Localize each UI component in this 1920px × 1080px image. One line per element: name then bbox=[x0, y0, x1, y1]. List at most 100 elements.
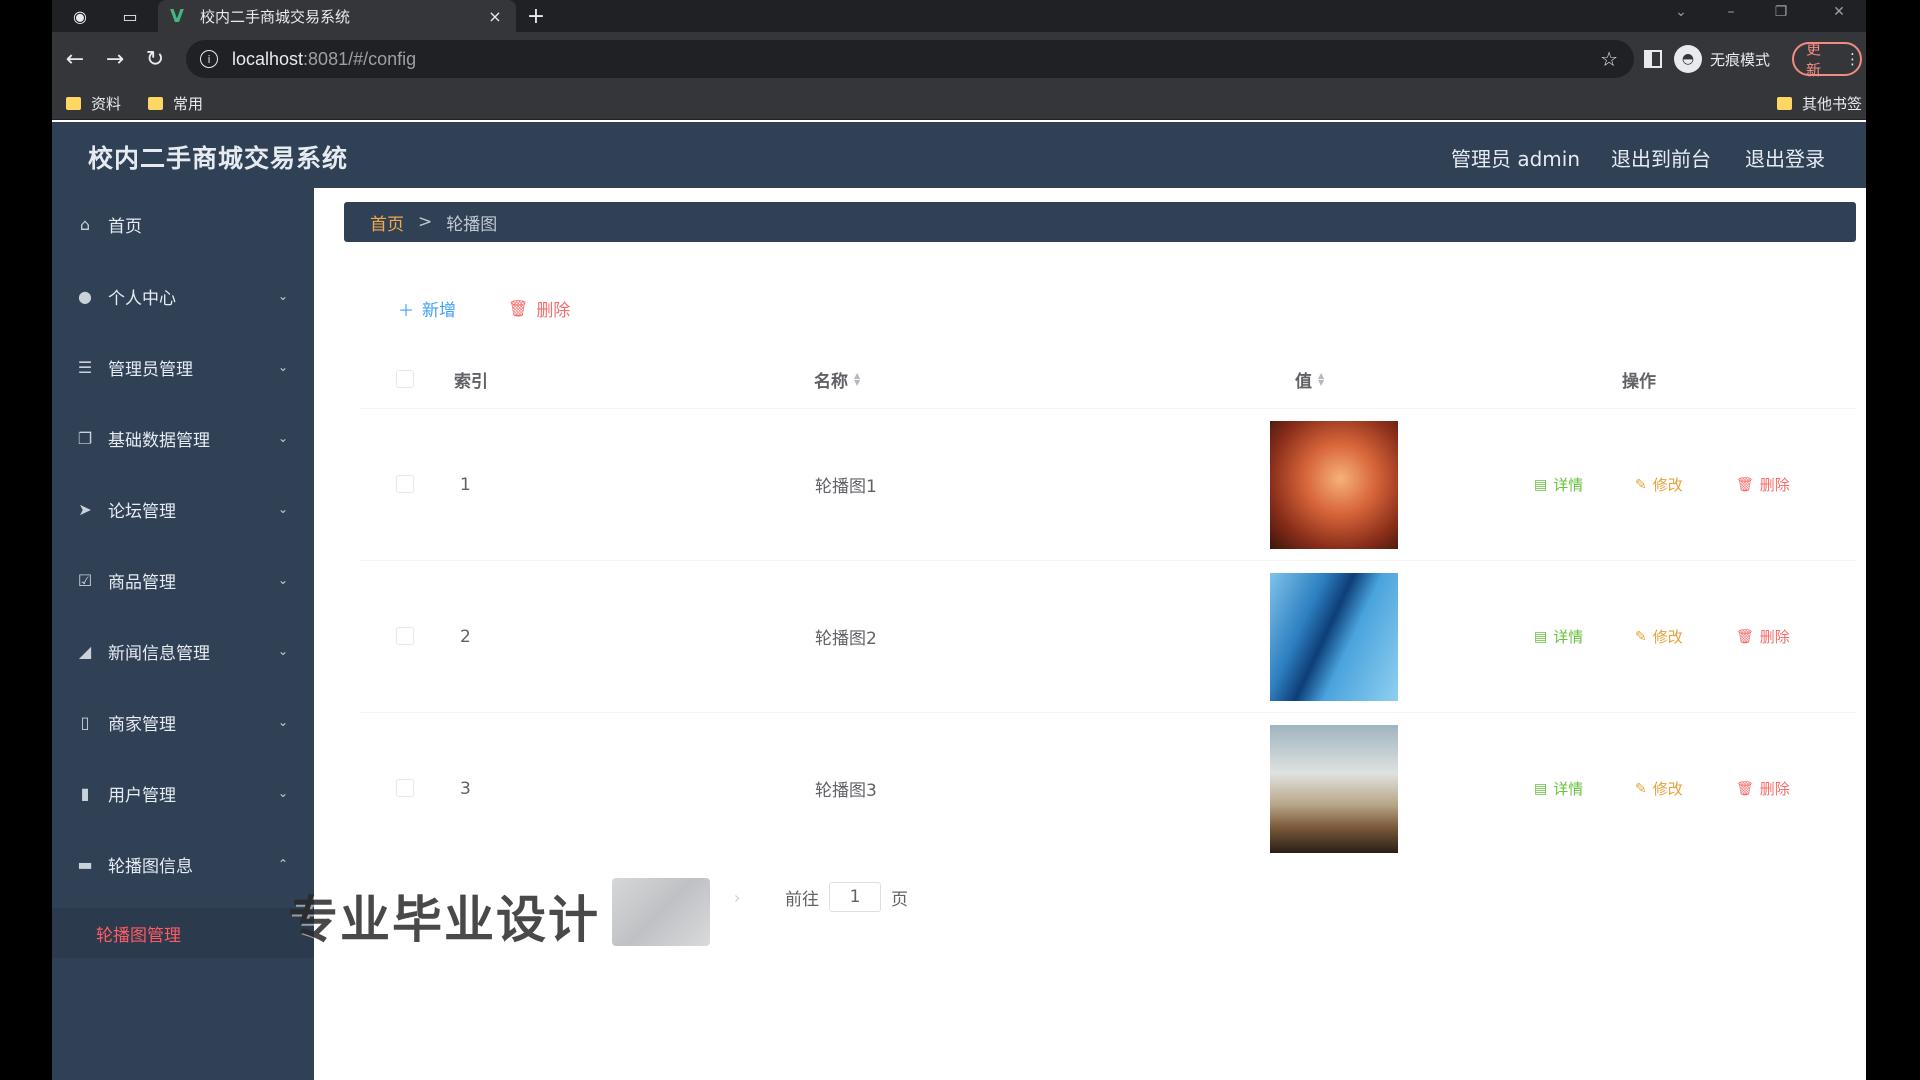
browser-tab[interactable]: V 校内二手商城交易系统 × bbox=[158, 0, 516, 32]
app-title: 校内二手商城交易系统 bbox=[88, 144, 349, 173]
sidebar-item-news[interactable]: ◢ 新闻信息管理 ⌄ bbox=[52, 623, 314, 679]
folder-icon bbox=[1777, 97, 1792, 110]
carousel-image-1[interactable] bbox=[1270, 421, 1398, 549]
edit-button[interactable]: ✎ 修改 bbox=[1635, 561, 1683, 712]
bar-icon: ▮ bbox=[80, 783, 90, 803]
bookmark-folder-changyong[interactable]: 常用 bbox=[148, 93, 203, 114]
tab-search-icon[interactable]: ⌄ bbox=[1668, 0, 1694, 24]
plus-icon: ＋ bbox=[398, 300, 415, 320]
document-icon: ▤ bbox=[1534, 476, 1548, 493]
row-checkbox[interactable] bbox=[396, 779, 414, 797]
minimize-icon[interactable]: – bbox=[1718, 0, 1744, 24]
checkbox-icon: ☑ bbox=[77, 570, 93, 590]
edit-button[interactable]: ✎ 修改 bbox=[1635, 713, 1683, 864]
breadcrumb: 首页 > 轮播图 bbox=[344, 202, 1856, 242]
exit-to-front-link[interactable]: 退出到前台 bbox=[1611, 143, 1711, 172]
breadcrumb-home[interactable]: 首页 bbox=[370, 210, 404, 235]
carousel-image-3[interactable] bbox=[1270, 725, 1398, 853]
delete-button[interactable]: 🗑 删除 bbox=[1736, 409, 1790, 560]
column-header-ops: 操作 bbox=[1622, 371, 1656, 392]
sort-icon[interactable]: ▲ ▼ bbox=[854, 372, 860, 387]
page-input[interactable]: 1 bbox=[829, 882, 881, 912]
page-unit-label: 页 bbox=[891, 889, 908, 910]
sidebar-item-goods[interactable]: ☑ 商品管理 ⌄ bbox=[52, 552, 314, 608]
table-row: 1 轮播图1 ▤ 详情 ✎ 修改 🗑 删除 bbox=[360, 408, 1856, 560]
trash-icon: 🗑 bbox=[1736, 476, 1754, 493]
browser-toolbar: ← → ↻ i localhost:8081/#/config ☆ ◓ 无痕模式… bbox=[52, 32, 1866, 86]
sidebar-item-base-data[interactable]: ❐ 基础数据管理 ⌄ bbox=[52, 410, 314, 466]
chevron-down-icon: ⌄ bbox=[277, 360, 288, 374]
edit-button[interactable]: ✎ 修改 bbox=[1635, 409, 1683, 560]
column-header-value[interactable]: 值 ▲ ▼ bbox=[1295, 350, 1324, 408]
blurred-overlay bbox=[612, 878, 710, 946]
detail-button[interactable]: ▤ 详情 bbox=[1534, 409, 1583, 560]
sidebar-item-merchant[interactable]: ▯ 商家管理 ⌄ bbox=[52, 694, 314, 750]
row-checkbox[interactable] bbox=[396, 627, 414, 645]
sidebar-item-forum[interactable]: ➤ 论坛管理 ⌄ bbox=[52, 481, 314, 537]
incognito-icon: ◓ bbox=[1674, 45, 1702, 73]
breadcrumb-current: 轮播图 bbox=[446, 214, 498, 235]
trash-icon: 🗑 bbox=[1736, 628, 1754, 645]
vue-favicon-icon: V bbox=[170, 5, 184, 27]
folder-icon bbox=[66, 97, 81, 110]
sidebar-item-users[interactable]: ▮ 用户管理 ⌄ bbox=[52, 765, 314, 821]
row-checkbox[interactable] bbox=[396, 475, 414, 493]
sort-icon[interactable]: ▲ ▼ bbox=[1318, 372, 1324, 387]
window-close-icon[interactable]: ✕ bbox=[1826, 0, 1852, 24]
trash-icon: 🗑 bbox=[508, 299, 529, 318]
breadcrumb-separator: > bbox=[418, 212, 433, 232]
pagination-jumper: 前往 1 页 bbox=[785, 882, 908, 912]
detail-button[interactable]: ▤ 详情 bbox=[1534, 561, 1583, 712]
chevron-down-icon: ⌄ bbox=[277, 644, 288, 658]
sidebar-item-admin-mgmt[interactable]: ☰ 管理员管理 ⌄ bbox=[52, 339, 314, 395]
logout-link[interactable]: 退出登录 bbox=[1745, 143, 1825, 172]
delete-button[interactable]: 🗑 删除 bbox=[1736, 713, 1790, 864]
bookmark-folder-ziliao[interactable]: 资料 bbox=[66, 93, 121, 114]
sidebar-subitem-carousel-mgmt[interactable]: 轮播图管理 bbox=[52, 908, 314, 958]
side-panel-icon[interactable] bbox=[1644, 50, 1662, 68]
address-bar[interactable]: i localhost:8081/#/config ☆ bbox=[186, 40, 1634, 78]
batch-delete-button[interactable]: 🗑 删除 bbox=[508, 296, 570, 321]
cell-name: 轮播图1 bbox=[815, 477, 877, 497]
sidebar-item-home[interactable]: ⌂ 首页 bbox=[52, 196, 314, 252]
document-icon: ▤ bbox=[1534, 780, 1548, 797]
phone-icon: ▯ bbox=[80, 712, 90, 732]
tab-close-icon[interactable]: × bbox=[486, 7, 504, 26]
column-header-name[interactable]: 名称 ▲ ▼ bbox=[814, 350, 860, 408]
sidebar-item-carousel-info[interactable]: ▬ 轮播图信息 ⌃ bbox=[52, 836, 314, 892]
restore-icon[interactable]: ❐ bbox=[1768, 0, 1794, 24]
tab-title: 校内二手商城交易系统 bbox=[200, 7, 351, 26]
incognito-label: 无痕模式 bbox=[1710, 50, 1771, 69]
chevron-down-icon: ⌄ bbox=[277, 502, 288, 516]
next-page-icon[interactable]: › bbox=[734, 888, 740, 907]
add-button[interactable]: ＋ 新增 bbox=[398, 296, 456, 322]
bookmarks-bar: 资料 常用 其他书签 bbox=[52, 86, 1866, 120]
chevron-down-icon: ⌄ bbox=[277, 715, 288, 729]
megaphone-icon: ◢ bbox=[78, 641, 92, 661]
detail-button[interactable]: ▤ 详情 bbox=[1534, 713, 1583, 864]
sidebar-item-personal-center[interactable]: ● 个人中心 ⌄ bbox=[52, 268, 314, 324]
carousel-image-2[interactable] bbox=[1270, 573, 1398, 701]
tab-page-icon[interactable]: ▭ bbox=[116, 4, 144, 28]
home-icon: ⌂ bbox=[79, 214, 91, 234]
edit-icon: ✎ bbox=[1635, 780, 1647, 797]
other-bookmarks[interactable]: 其他书签 bbox=[1777, 93, 1862, 114]
goto-label: 前往 bbox=[785, 889, 819, 910]
column-header-index: 索引 bbox=[454, 371, 488, 392]
incognito-indicator[interactable]: ◓ 无痕模式 bbox=[1674, 44, 1770, 74]
site-info-icon[interactable]: i bbox=[200, 50, 218, 68]
forward-icon[interactable]: → bbox=[100, 44, 130, 74]
globe-icon[interactable]: ◉ bbox=[66, 4, 94, 28]
back-icon[interactable]: ← bbox=[60, 44, 90, 74]
bookmark-star-icon[interactable]: ☆ bbox=[1600, 47, 1618, 71]
select-all-checkbox[interactable] bbox=[396, 370, 414, 388]
reload-icon[interactable]: ↻ bbox=[140, 44, 170, 74]
update-button[interactable]: 更新 ⋮ bbox=[1792, 40, 1862, 79]
cell-index: 1 bbox=[460, 474, 471, 495]
more-menu-icon[interactable]: ⋮ bbox=[1845, 50, 1860, 68]
tab-bar: ◉ ▭ V 校内二手商城交易系统 × + ⌄ – ❐ ✕ bbox=[52, 0, 1866, 32]
chevron-down-icon: ⌄ bbox=[277, 786, 288, 800]
delete-button[interactable]: 🗑 删除 bbox=[1736, 561, 1790, 712]
new-tab-button[interactable]: + bbox=[522, 2, 550, 30]
message-icon: ▬ bbox=[77, 854, 93, 874]
